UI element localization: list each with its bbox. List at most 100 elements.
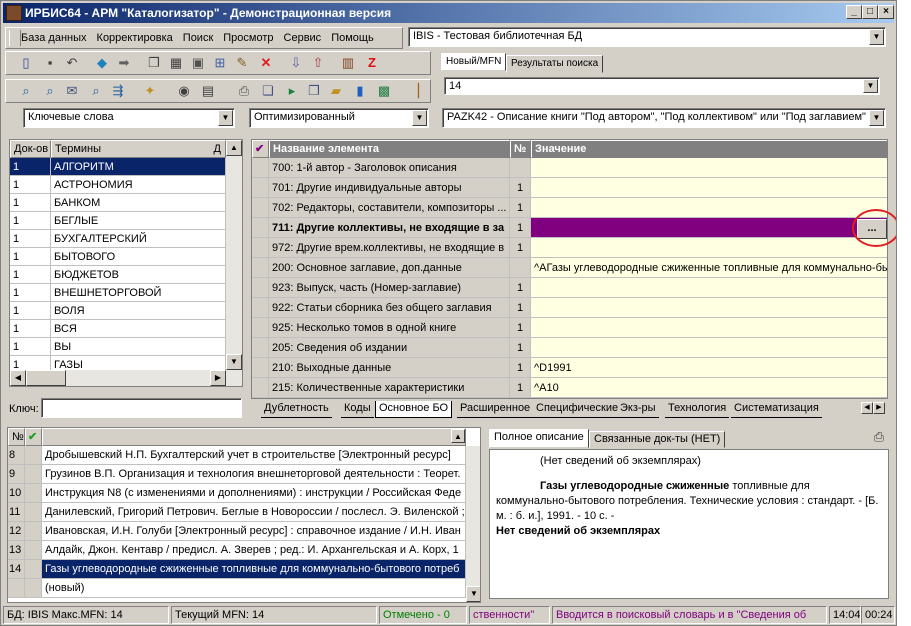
record-checkbox[interactable] bbox=[25, 503, 42, 522]
menu-search[interactable]: Поиск bbox=[178, 28, 218, 48]
record-row[interactable]: (новый) bbox=[8, 579, 466, 598]
field-row[interactable]: 700: 1-й автор - Заголовок описания bbox=[252, 158, 887, 178]
menu-help[interactable]: Помощь bbox=[326, 28, 379, 48]
field-row[interactable]: 702: Редакторы, составители, композиторы… bbox=[252, 198, 887, 218]
field-marker[interactable] bbox=[252, 158, 269, 178]
record-row[interactable]: 14 Газы углеводородные сжиженные топливны… bbox=[8, 560, 466, 579]
scroll-down-icon[interactable]: ▼ bbox=[466, 586, 480, 602]
field-row[interactable]: 923: Выпуск, часть (Номер-заглавие) 1 bbox=[252, 278, 887, 298]
record-checkbox[interactable] bbox=[25, 560, 42, 579]
records-scrollbar[interactable]: ▼ bbox=[466, 446, 480, 602]
field-row[interactable]: 210: Выходные данные 1 ^D1991 bbox=[252, 358, 887, 378]
forward-arrow-icon[interactable]: ➡ bbox=[116, 55, 132, 71]
edit-icon[interactable]: ✎ bbox=[234, 55, 250, 71]
print-icon[interactable]: ⎙ bbox=[871, 429, 887, 445]
field-value[interactable] bbox=[531, 238, 887, 258]
tab-linked-docs[interactable]: Связанные док-ты (НЕТ) bbox=[589, 431, 726, 448]
grid-icon[interactable]: ▦ bbox=[168, 55, 184, 71]
field-value[interactable] bbox=[531, 298, 887, 318]
terms-header-terms[interactable]: Термины Д bbox=[51, 140, 226, 158]
field-marker[interactable] bbox=[252, 258, 269, 278]
chevron-down-icon[interactable]: ▼ bbox=[218, 110, 233, 126]
tab-scroll-right-icon[interactable]: ▶ bbox=[873, 402, 885, 414]
record-row[interactable]: 12 Ивановская, И.Н. Голуби [Электронный р… bbox=[8, 522, 466, 541]
record-row[interactable]: 13 Алдайк, Джон. Кентавр / предисл. А. Зв… bbox=[8, 541, 466, 560]
scroll-up-icon[interactable]: ▲ bbox=[226, 140, 242, 156]
help-book-icon[interactable]: ▕ bbox=[406, 83, 422, 99]
field-row[interactable]: 711: Другие коллективы, не входящие в за… bbox=[252, 218, 887, 238]
fields-header-num[interactable]: № bbox=[510, 140, 531, 158]
excel-icon[interactable]: ▩ bbox=[376, 83, 392, 99]
record-row[interactable]: 8 Дробышевский Н.П. Бухгалтерский учет в … bbox=[8, 446, 466, 465]
chevron-down-icon[interactable]: ▼ bbox=[412, 110, 427, 126]
barcode-icon[interactable]: ▥ bbox=[340, 55, 356, 71]
field-value[interactable]: ^D1991 bbox=[531, 358, 887, 378]
scroll-down-icon[interactable]: ▼ bbox=[226, 354, 242, 370]
tab-extended[interactable]: Расширенное bbox=[457, 401, 534, 418]
term-row[interactable]: 1 ВОЛЯ bbox=[10, 302, 226, 320]
worksheet-combo[interactable]: PAZK42 - Описание книги "Под автором", "… bbox=[442, 108, 886, 128]
multi-record-icon[interactable]: ▣ bbox=[190, 55, 206, 71]
query-icon[interactable]: ⌕ bbox=[88, 83, 104, 99]
close-button[interactable]: × bbox=[878, 5, 894, 19]
terms-header-docs[interactable]: Док-ов bbox=[10, 140, 51, 158]
term-row[interactable]: 1 БУХГАЛТЕРСКИЙ bbox=[10, 230, 226, 248]
field-value[interactable]: ^AГазы углеводородные сжиженные топливны… bbox=[531, 258, 887, 278]
fields-header-value[interactable]: Значение bbox=[531, 140, 887, 158]
filter-icon[interactable]: ⇶ bbox=[110, 83, 126, 99]
export-icon[interactable]: ⇧ bbox=[310, 55, 326, 71]
chevron-down-icon[interactable]: ▼ bbox=[869, 29, 884, 45]
save-icon[interactable]: ▪ bbox=[42, 55, 58, 71]
record-checkbox[interactable] bbox=[25, 522, 42, 541]
field-row[interactable]: 925: Несколько томов в одной книге 1 bbox=[252, 318, 887, 338]
pin-icon[interactable]: Д bbox=[214, 141, 221, 157]
term-row[interactable]: 1 БЕГЛЫЕ bbox=[10, 212, 226, 230]
print-list-icon[interactable]: ❏ bbox=[260, 83, 276, 99]
field-marker[interactable] bbox=[252, 338, 269, 358]
tab-new-mfn[interactable]: Новый/MFN bbox=[441, 53, 507, 71]
field-value[interactable]: ^A10 bbox=[531, 378, 887, 398]
search-mode-combo[interactable]: Оптимизированный ▼ bbox=[249, 108, 429, 128]
tab-scroll-left-icon[interactable]: ◀ bbox=[861, 402, 873, 414]
mail-icon[interactable]: ✉ bbox=[64, 83, 80, 99]
record-checkbox[interactable] bbox=[25, 579, 42, 598]
tree-icon[interactable]: ⊞ bbox=[212, 55, 228, 71]
record-row[interactable]: 10 Инструкция N8 (с изменениями и дополне… bbox=[8, 484, 466, 503]
record-checkbox[interactable] bbox=[25, 446, 42, 465]
menu-service[interactable]: Сервис bbox=[279, 28, 327, 48]
print-icon[interactable]: ⎙ bbox=[236, 83, 252, 99]
term-row[interactable]: 1 АСТРОНОМИЯ bbox=[10, 176, 226, 194]
term-row[interactable]: 1 БЮДЖЕТОВ bbox=[10, 266, 226, 284]
mfn-combo[interactable]: 14 ▼ bbox=[444, 77, 880, 95]
record-checkbox[interactable] bbox=[25, 465, 42, 484]
term-row[interactable]: 1 АЛГОРИТМ bbox=[10, 158, 226, 176]
checkmark-icon[interactable]: ✔ bbox=[252, 140, 269, 158]
database-combo[interactable]: IBIS - Тестовая библиотечная БД ▼ bbox=[408, 27, 886, 47]
advanced-search-icon[interactable]: ⌕ bbox=[42, 83, 58, 99]
records-header-num[interactable]: № bbox=[8, 428, 25, 446]
field-row[interactable]: 215: Количественные характеристики 1 ^A10 bbox=[252, 378, 887, 398]
tab-systematization[interactable]: Систематизация bbox=[731, 401, 822, 418]
menu-database[interactable]: База данных bbox=[16, 28, 92, 48]
field-marker[interactable] bbox=[252, 358, 269, 378]
term-row[interactable]: 1 ВНЕШНЕТОРГОВОЙ bbox=[10, 284, 226, 302]
folder-icon[interactable]: ▰ bbox=[328, 83, 344, 99]
field-value[interactable] bbox=[531, 178, 887, 198]
scroll-thumb[interactable] bbox=[26, 370, 66, 386]
undo-icon[interactable]: ↶ bbox=[64, 55, 80, 71]
import-icon[interactable]: ⇩ bbox=[288, 55, 304, 71]
statistics-icon[interactable]: ▮ bbox=[352, 83, 368, 99]
delete-icon[interactable]: ✕ bbox=[258, 55, 274, 71]
terms-hscrollbar[interactable]: ◀ ▶ bbox=[10, 370, 242, 386]
chevron-down-icon[interactable]: ▼ bbox=[863, 79, 878, 93]
tab-specific[interactable]: Специфические bbox=[533, 401, 622, 418]
menu-edit[interactable]: Корректировка bbox=[92, 28, 178, 48]
copy-record-icon[interactable]: ❐ bbox=[146, 55, 162, 71]
field-marker[interactable] bbox=[252, 178, 269, 198]
field-marker[interactable] bbox=[252, 318, 269, 338]
fields-header-name[interactable]: Название элемента bbox=[269, 140, 510, 158]
field-value[interactable] bbox=[531, 278, 887, 298]
scroll-up-icon[interactable]: ▲ bbox=[451, 429, 465, 443]
scroll-right-icon[interactable]: ▶ bbox=[210, 370, 226, 386]
term-row[interactable]: 1 ВЫ bbox=[10, 338, 226, 356]
